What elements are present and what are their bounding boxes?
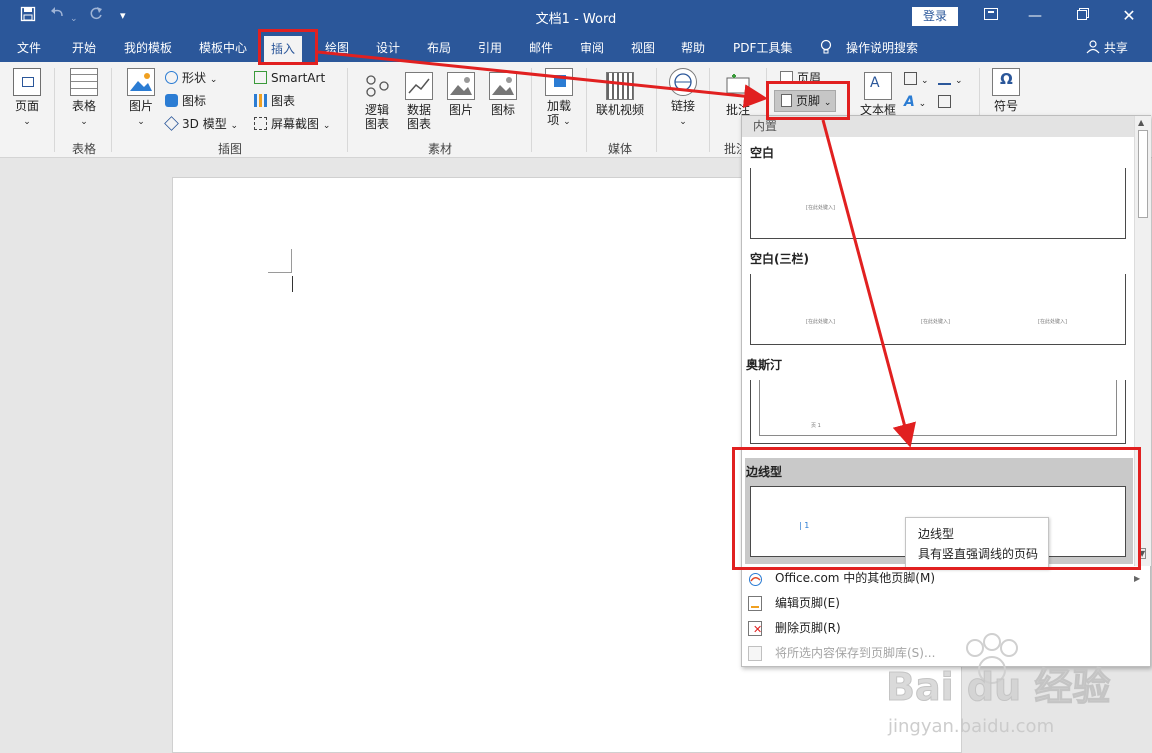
link-button[interactable]: 链接 ⌄ [667,68,699,129]
smartart-icon [254,71,267,84]
watermark-brand: Bai du 经验 [885,665,1111,710]
tab-template-center[interactable]: 模板中心 [199,34,247,62]
edit-footer-menu-item[interactable]: 编辑页脚(E) [742,591,1150,616]
lightbulb-icon [820,34,832,62]
office-globe-icon [748,571,762,586]
watermark-url: jingyan.baidu.com [888,716,1055,737]
date-time-icon[interactable] [938,93,955,111]
comment-icon [724,72,752,100]
textbox-icon: A [864,72,892,100]
icon-material-button[interactable]: 图标 [488,72,518,117]
add-ins-button[interactable]: 加载项 ⌄ [542,68,576,129]
chart-icon [254,94,267,107]
material-group-label: 素材 [428,142,453,156]
annotation-box-insert-tab [258,29,318,65]
tab-review[interactable]: 审阅 [580,34,604,62]
picture-icon [127,68,155,96]
tab-draw[interactable]: 绘图 [325,34,349,62]
share-button[interactable]: 共享 [1086,34,1128,62]
login-button[interactable]: 登录 [912,7,958,26]
tab-home[interactable]: 开始 [72,34,96,62]
person-icon [1086,40,1100,54]
edit-footer-icon [748,596,762,611]
footer-gallery-dropdown: 内置 空白 [在此处键入] 空白(三栏) [在此处键入] [在此处键入] [在此… [741,115,1151,667]
textbox-button[interactable]: A 文本框 [858,72,898,117]
annotation-box-sideline-item [732,447,1141,570]
gallery-item-blank[interactable]: [在此处键入] [750,168,1126,239]
page-icon [13,68,41,96]
tab-design[interactable]: 设计 [376,34,400,62]
chart-button[interactable]: 图表 [254,92,295,110]
3d-models-button[interactable]: 3D 模型 ⌄ [164,115,238,135]
close-icon[interactable]: ✕ [1114,5,1144,27]
online-video-button[interactable]: 联机视频 [596,72,644,117]
add-ins-icon [545,68,573,96]
ribbon-tabs: 文件 开始 我的模板 模板中心 插入 绘图 设计 布局 引用 邮件 审阅 视图 … [0,34,1152,62]
screenshot-button[interactable]: 屏幕截图 ⌄ [254,115,330,135]
smartart-button[interactable]: SmartArt [254,69,325,87]
comment-button[interactable]: 批注 [720,72,756,117]
picture-material-icon [447,72,475,100]
media-group-label: 媒体 [608,142,633,156]
share-label: 共享 [1103,41,1128,55]
annotation-box-footer-button [766,81,850,120]
tab-help[interactable]: 帮助 [681,34,705,62]
table-button[interactable]: 表格 ⌄ [67,68,101,129]
illustrations-group-label: 插图 [218,142,243,156]
logic-chart-button[interactable]: 逻辑 图表 [362,72,392,131]
tab-file[interactable]: 文件 [17,34,41,62]
icon-material-icon [489,72,517,100]
tab-references[interactable]: 引用 [478,34,502,62]
gallery-item-title: 空白 [750,146,775,160]
symbol-button[interactable]: Ω 符号 [990,68,1022,113]
link-icon [669,68,697,96]
tab-my-templates[interactable]: 我的模板 [124,34,172,62]
screenshot-icon [254,117,267,130]
cube-icon [164,116,179,131]
restore-icon[interactable] [1068,5,1098,27]
quick-parts-icon[interactable]: ⌄ [904,70,929,90]
omega-icon: Ω [992,68,1020,96]
icons-button[interactable]: 图标 [165,92,206,110]
remove-footer-icon: ✕ [748,621,762,636]
scroll-up-icon[interactable]: ▲ [1138,118,1144,127]
shapes-icon [165,71,178,84]
tab-layout[interactable]: 布局 [427,34,451,62]
tell-me-search[interactable]: 操作说明搜索 [846,34,918,62]
tab-pdf-tools[interactable]: PDF工具集 [733,34,792,62]
icons-icon [165,94,178,107]
gallery-item-blank-three-column[interactable]: [在此处键入] [在此处键入] [在此处键入] [750,274,1126,345]
gallery-item-title: 奥斯汀 [746,358,783,372]
online-video-icon [606,72,634,100]
picture-material-button[interactable]: 图片 [446,72,476,117]
scroll-thumb[interactable] [1138,130,1148,218]
minimize-icon[interactable]: — [1020,5,1050,27]
text-cursor [292,276,293,292]
table-group-label: 表格 [72,142,97,156]
signature-line-icon[interactable]: ⌄ [938,70,963,90]
picture-button[interactable]: 图片 ⌄ [125,68,157,129]
data-chart-icon [405,72,433,100]
data-chart-button[interactable]: 数据 图表 [404,72,434,131]
tab-mailings[interactable]: 邮件 [529,34,553,62]
gallery-item-title: 空白(三栏) [750,252,809,266]
gallery-item-austin[interactable]: 页 1 [750,380,1126,444]
page-button[interactable]: 页面 ⌄ [12,68,42,129]
table-icon [70,68,98,96]
save-to-gallery-icon [748,646,762,661]
wordart-icon[interactable]: A ⌄ [904,93,926,113]
ribbon-display-options-icon[interactable] [976,5,1006,27]
baidu-jingyan-watermark: Bai du 经验 jingyan.baidu.com [880,628,1148,750]
tab-view[interactable]: 视图 [631,34,655,62]
title-bar: ⌄ ▾ 文档1 - Word 登录 — ✕ [0,0,1152,34]
logic-chart-icon [363,72,391,100]
shapes-button[interactable]: 形状 ⌄ [165,69,217,89]
